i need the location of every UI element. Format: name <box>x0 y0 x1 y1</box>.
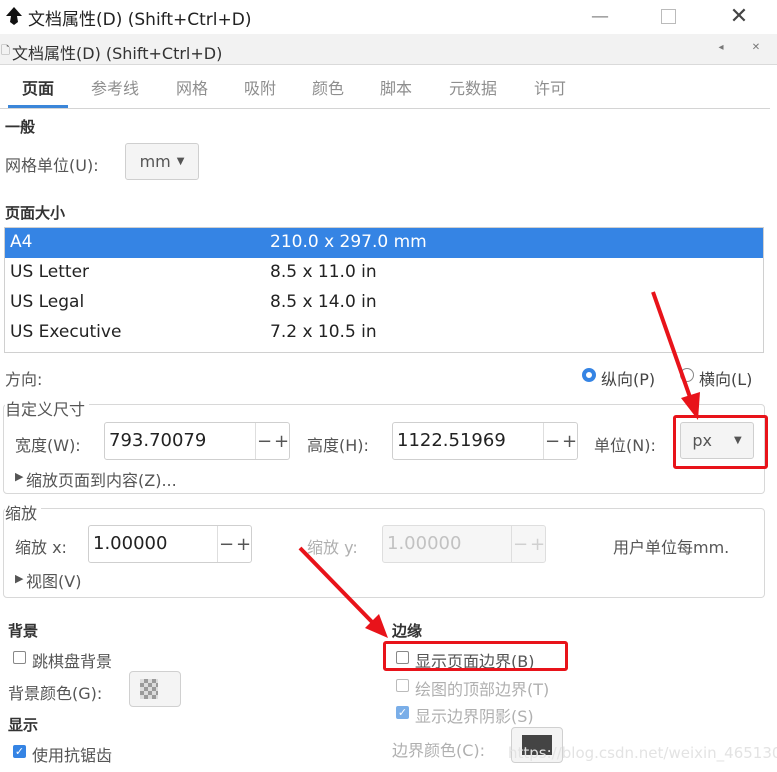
background-color-button[interactable] <box>129 671 181 707</box>
viewbox-expander[interactable]: 视图(V) <box>26 568 81 592</box>
grid-unit-value: mm <box>139 152 171 171</box>
unit-highlight-box <box>673 415 768 469</box>
minus-icon[interactable]: − <box>545 431 560 452</box>
page-size-name: US Executive <box>10 322 122 342</box>
page-size-row[interactable]: US Executive 7.2 x 10.5 in <box>5 318 763 348</box>
plus-icon[interactable]: + <box>274 431 289 452</box>
page-size-dimensions: 8.5 x 14.0 in <box>270 292 377 312</box>
window-title: 文档属性(D) (Shift+Ctrl+D) <box>28 10 252 30</box>
background-heading: 背景 <box>8 622 39 640</box>
minimize-button[interactable]: — <box>577 0 623 32</box>
page-size-name: A4 <box>10 232 33 252</box>
antialias-label: 使用抗锯齿 <box>32 746 113 765</box>
unit-label: 单位(N): <box>594 436 656 455</box>
show-border-highlight-box <box>383 641 568 671</box>
width-label: 宽度(W): <box>15 436 81 455</box>
scale-x-value: 1.00000 <box>93 533 168 554</box>
window-titlebar: 文档属性(D) (Shift+Ctrl+D) — ✕ <box>0 0 777 32</box>
custom-size-heading: 自定义尺寸 <box>5 396 90 420</box>
portrait-radio[interactable] <box>582 368 596 382</box>
page-size-heading: 页面大小 <box>5 204 66 222</box>
tab-bar: 页面 参考线 网格 吸附 颜色 脚本 元数据 许可 <box>0 70 770 109</box>
tab-page[interactable]: 页面 <box>8 70 68 108</box>
tab-color[interactable]: 颜色 <box>298 70 358 108</box>
page-size-row[interactable]: A4 210.0 x 297.0 mm <box>5 228 763 258</box>
scale-x-label: 缩放 x: <box>15 538 67 557</box>
minimize-icon: — <box>591 5 609 27</box>
display-heading: 显示 <box>8 716 39 734</box>
portrait-label: 纵向(P) <box>601 370 656 389</box>
plus-icon: + <box>529 533 546 555</box>
scale-y-label: 缩放 y: <box>307 538 358 557</box>
page-size-name: US Legal <box>10 292 85 312</box>
scale-y-spinbutton: 1.00000 − + <box>382 525 546 563</box>
user-units-text: 用户单位每mm. <box>613 538 730 557</box>
page-size-name: US Letter <box>10 262 90 282</box>
plus-icon[interactable]: + <box>562 431 577 452</box>
general-heading: 一般 <box>5 118 36 136</box>
minus-icon[interactable]: − <box>257 431 272 452</box>
inkscape-logo-icon <box>6 7 22 25</box>
watermark-text: https://blog.csdn.net/weixin_46513057 <box>508 744 777 762</box>
orientation-label: 方向: <box>5 370 43 389</box>
tab-grids[interactable]: 网格 <box>162 70 222 108</box>
checkerboard-label: 跳棋盘背景 <box>32 652 113 671</box>
height-label: 高度(H): <box>307 436 369 455</box>
page-size-dimensions: 8.5 x 11.0 in <box>270 262 377 282</box>
landscape-label: 横向(L) <box>699 370 753 389</box>
page-size-dimensions: 210.0 x 297.0 mm <box>270 232 427 252</box>
scale-heading: 缩放 <box>5 500 42 524</box>
panel-close-icon[interactable]: ✕ <box>750 42 762 54</box>
tab-guides[interactable]: 参考线 <box>80 70 150 108</box>
panel-title: 文档属性(D) (Shift+Ctrl+D) <box>12 44 223 63</box>
border-on-top-label: 绘图的顶部边界(T) <box>415 680 550 699</box>
minus-icon: − <box>512 533 529 555</box>
tab-scripting[interactable]: 脚本 <box>366 70 426 108</box>
width-spinbutton[interactable]: 793.70079 − + <box>104 422 290 460</box>
border-shadow-label: 显示边界阴影(S) <box>415 707 534 726</box>
grid-unit-dropdown[interactable]: mm ▼ <box>125 143 199 180</box>
page-size-list: A4 210.0 x 297.0 mm US Letter 8.5 x 11.0… <box>4 227 764 353</box>
scale-x-spinbutton[interactable]: 1.00000 − + <box>88 525 252 563</box>
grid-unit-label: 网格单位(U): <box>5 156 99 175</box>
border-color-label: 边界颜色(C): <box>392 741 486 760</box>
maximize-button[interactable] <box>645 0 691 32</box>
page-size-dimensions: 7.2 x 10.5 in <box>270 322 377 342</box>
tab-metadata[interactable]: 元数据 <box>438 70 508 108</box>
checkerboard-checkbox[interactable] <box>13 651 26 664</box>
resize-to-content-expander[interactable]: 缩放页面到内容(Z)... <box>26 467 177 491</box>
maximize-icon <box>660 8 676 24</box>
height-spinbutton[interactable]: 1122.51969 − + <box>392 422 578 460</box>
page-size-row[interactable]: US Legal 8.5 x 14.0 in <box>5 288 763 318</box>
tab-snap[interactable]: 吸附 <box>230 70 290 108</box>
landscape-radio[interactable] <box>680 368 694 382</box>
border-heading: 边缘 <box>392 622 423 640</box>
background-color-label: 背景颜色(G): <box>8 684 103 703</box>
antialias-checkbox[interactable]: ✓ <box>13 745 26 758</box>
checkerboard-swatch <box>140 679 158 699</box>
document-icon: 🗋 <box>1 44 10 57</box>
chevron-right-icon[interactable]: ▶ <box>15 470 23 483</box>
border-on-top-checkbox <box>396 679 409 692</box>
width-value: 793.70079 <box>109 430 207 451</box>
panel-header: 🗋 文档属性(D) (Shift+Ctrl+D) ◂ ✕ <box>0 34 777 65</box>
panel-iconify-icon[interactable]: ◂ <box>715 42 727 54</box>
page-size-row[interactable]: US Letter 8.5 x 11.0 in <box>5 258 763 288</box>
tab-license[interactable]: 许可 <box>520 70 580 108</box>
chevron-right-icon[interactable]: ▶ <box>15 572 23 585</box>
minus-icon[interactable]: − <box>219 534 234 555</box>
close-icon: ✕ <box>729 3 749 29</box>
scale-y-value: 1.00000 <box>387 533 462 554</box>
close-button[interactable]: ✕ <box>716 0 762 32</box>
plus-icon[interactable]: + <box>236 534 251 555</box>
border-shadow-checkbox: ✓ <box>396 706 409 719</box>
chevron-down-icon: ▼ <box>176 156 185 167</box>
height-value: 1122.51969 <box>397 430 506 451</box>
